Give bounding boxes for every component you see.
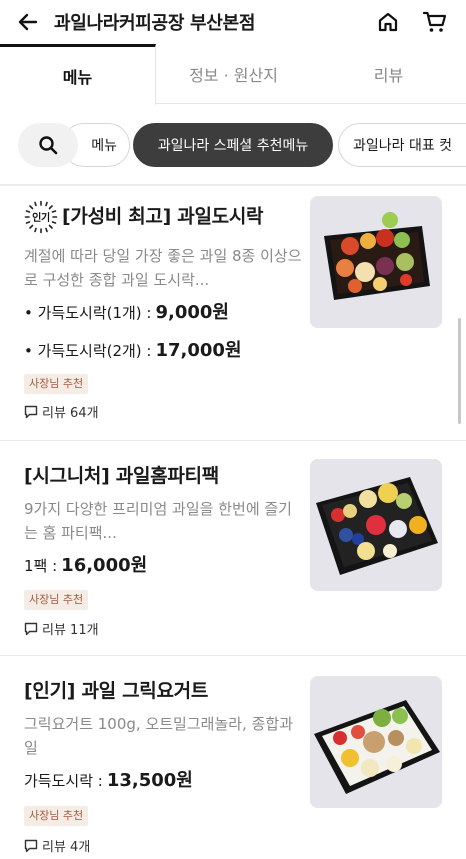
review-count-text: 리뷰 4개 (42, 840, 91, 855)
review-count: 리뷰 11개 (24, 619, 99, 638)
option-label: • 가득도시락(2개) : (24, 342, 152, 360)
item-photo[interactable] (310, 676, 442, 808)
popular-sun-icon: 인기 (24, 200, 58, 234)
top-bar: 과일나라커피공장 부산본점 (0, 0, 466, 44)
menu-item[interactable]: [인기] 과일 그릭요거트 그릭요거트 100g, 오트밀그래놀라, 종합과일 … (0, 656, 466, 859)
option-label: 1팩 : (24, 557, 58, 575)
option-price: 17,000원 (155, 340, 242, 361)
scrollbar[interactable] (458, 318, 461, 424)
home-icon (378, 12, 398, 32)
tab-menu[interactable]: 메뉴 (0, 44, 156, 105)
review-count-text: 리뷰 64개 (42, 406, 99, 421)
item-title-text: [가성비 최고] 과일도시락 (62, 205, 264, 228)
cart-button[interactable] (420, 8, 450, 36)
item-photo[interactable] (310, 459, 442, 591)
menu-item[interactable]: [시그니처] 과일홈파티팩 9가지 다양한 프리미엄 과일을 한번에 즐기는 홈… (0, 441, 466, 655)
popular-badge-label: 인기 (32, 211, 50, 224)
price-option: 가득도시락 :13,500원 (24, 766, 193, 792)
category-chip-signature[interactable]: 과일나라 대표 컷 (338, 123, 466, 167)
price-option: • 가득도시락(2개) :17,000원 (24, 336, 242, 362)
category-chip-special[interactable]: 과일나라 스페셜 추천메뉴 (133, 123, 333, 167)
item-title: 인기 [가성비 최고] 과일도시락 (24, 200, 264, 234)
store-title: 과일나라커피공장 부산본점 (54, 13, 256, 34)
tab-reviews[interactable]: 리뷰 (311, 44, 466, 104)
section-tabs: 메뉴 정보 · 원산지 리뷰 (0, 44, 466, 105)
review-count-text: 리뷰 11개 (42, 623, 99, 638)
speech-bubble-icon (24, 839, 38, 852)
home-button[interactable] (374, 8, 402, 36)
speech-bubble-icon (24, 622, 38, 635)
item-description: 계절에 따라 당일 가장 좋은 과일 8종 이상으로 구성한 종합 과일 도시락… (24, 247, 302, 289)
category-chips: 메뉴 과일나라 스페셜 추천메뉴 과일나라 대표 컷 (0, 104, 466, 186)
review-count: 리뷰 4개 (24, 836, 90, 855)
price-option: 1팩 :16,000원 (24, 551, 147, 577)
menu-item[interactable]: 인기 [가성비 최고] 과일도시락 계절에 따라 당일 가장 좋은 과일 8종 … (0, 186, 466, 440)
menu-search-button[interactable] (18, 123, 78, 167)
option-price: 9,000원 (155, 302, 230, 323)
tab-info-origin[interactable]: 정보 · 원산지 (156, 44, 311, 104)
owner-pick-badge: 사장님 추천 (24, 806, 89, 826)
option-label: 가득도시락 : (24, 772, 103, 790)
back-arrow-icon (18, 13, 38, 31)
item-title: [인기] 과일 그릭요거트 (24, 680, 209, 702)
item-description: 9가지 다양한 프리미엄 과일을 한번에 즐기는 홈 파티팩... (24, 500, 292, 542)
option-price: 16,000원 (61, 555, 148, 576)
cart-icon (422, 11, 447, 32)
item-photo[interactable] (310, 196, 442, 328)
review-count: 리뷰 64개 (24, 402, 99, 421)
owner-pick-badge: 사장님 추천 (24, 590, 89, 610)
item-title: [시그니처] 과일홈파티팩 (24, 465, 219, 487)
owner-pick-badge: 사장님 추천 (24, 374, 89, 394)
price-option: • 가득도시락(1개) :9,000원 (24, 298, 229, 324)
option-price: 13,500원 (106, 770, 193, 791)
search-icon (39, 136, 58, 155)
item-description: 그릭요거트 100g, 오트밀그래놀라, 종합과일 (24, 715, 293, 757)
speech-bubble-icon (24, 405, 38, 418)
option-label: • 가득도시락(1개) : (24, 304, 152, 322)
back-button[interactable] (14, 8, 42, 36)
